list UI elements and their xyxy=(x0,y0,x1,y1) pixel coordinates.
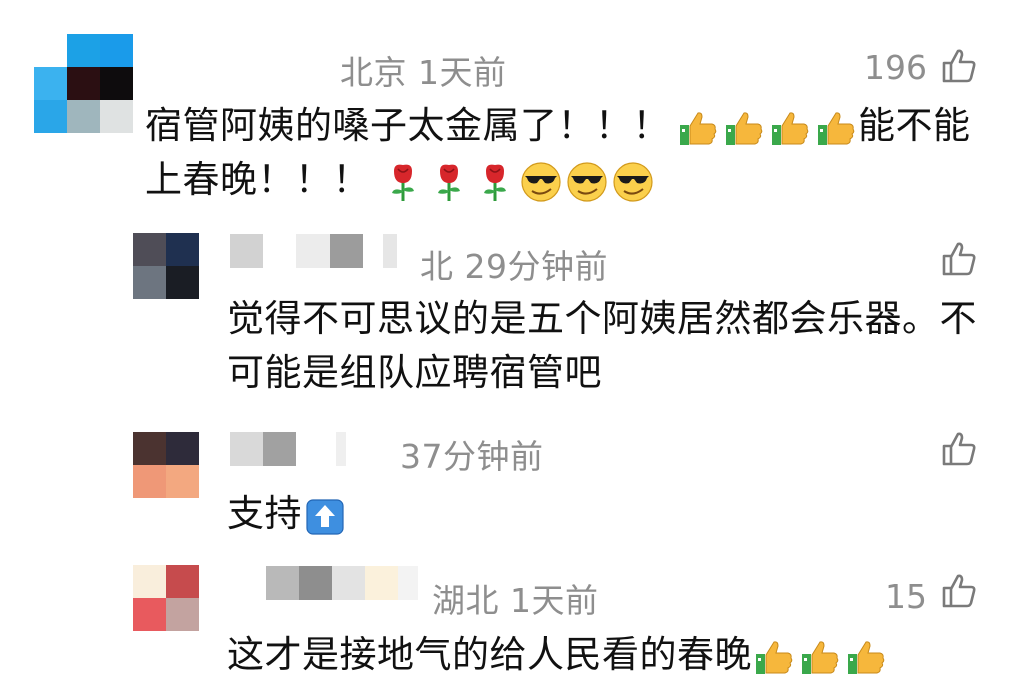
thumbs-up-icon xyxy=(756,640,793,674)
comment-text-line2: 上春晚！！！ xyxy=(145,151,654,209)
comment-meta: 北京 1天前 xyxy=(340,53,507,92)
comment-meta: 37分钟前 xyxy=(400,437,544,476)
rose-icon xyxy=(392,164,414,201)
like-count: 15 xyxy=(885,577,927,616)
comment-text: 这才是接地气的给人民看的春晚 xyxy=(227,626,888,684)
avatar[interactable] xyxy=(133,233,199,299)
thumbs-up-icon xyxy=(726,111,763,145)
comment-text: 支持 xyxy=(227,485,346,543)
thumbs-up-icon xyxy=(802,640,839,674)
cool-face-icon xyxy=(613,161,653,202)
avatar[interactable] xyxy=(133,565,199,631)
like-icon[interactable] xyxy=(940,572,978,610)
comment-meta: 北 29分钟前 xyxy=(420,247,608,286)
comment-text: 宿管阿姨的嗓子太金属了！！！ 能不能 xyxy=(145,104,971,147)
thumbs-up-icon xyxy=(818,111,855,145)
comment-text-line2: 可能是组队应聘宿管吧 xyxy=(227,351,602,394)
avatar[interactable] xyxy=(133,432,199,498)
cool-face-icon xyxy=(521,161,561,202)
cool-face-icon xyxy=(567,161,607,202)
like-icon[interactable] xyxy=(940,47,978,85)
rose-icon xyxy=(438,164,460,201)
avatar[interactable] xyxy=(34,34,133,133)
username-blurred[interactable] xyxy=(230,234,397,268)
comment-meta: 湖北 1天前 xyxy=(432,581,599,620)
like-icon[interactable] xyxy=(940,240,978,278)
thumbs-up-icon xyxy=(848,640,885,674)
up-arrow-icon xyxy=(306,498,344,535)
comment-text: 觉得不可思议的是五个阿姨居然都会乐器。不 xyxy=(227,297,977,340)
like-count: 196 xyxy=(864,48,927,87)
like-icon[interactable] xyxy=(940,430,978,468)
thumbs-up-icon xyxy=(772,111,809,145)
rose-icon xyxy=(484,164,506,201)
username-blurred[interactable] xyxy=(266,566,418,600)
thumbs-up-icon xyxy=(680,111,717,145)
username-blurred[interactable] xyxy=(230,432,346,466)
